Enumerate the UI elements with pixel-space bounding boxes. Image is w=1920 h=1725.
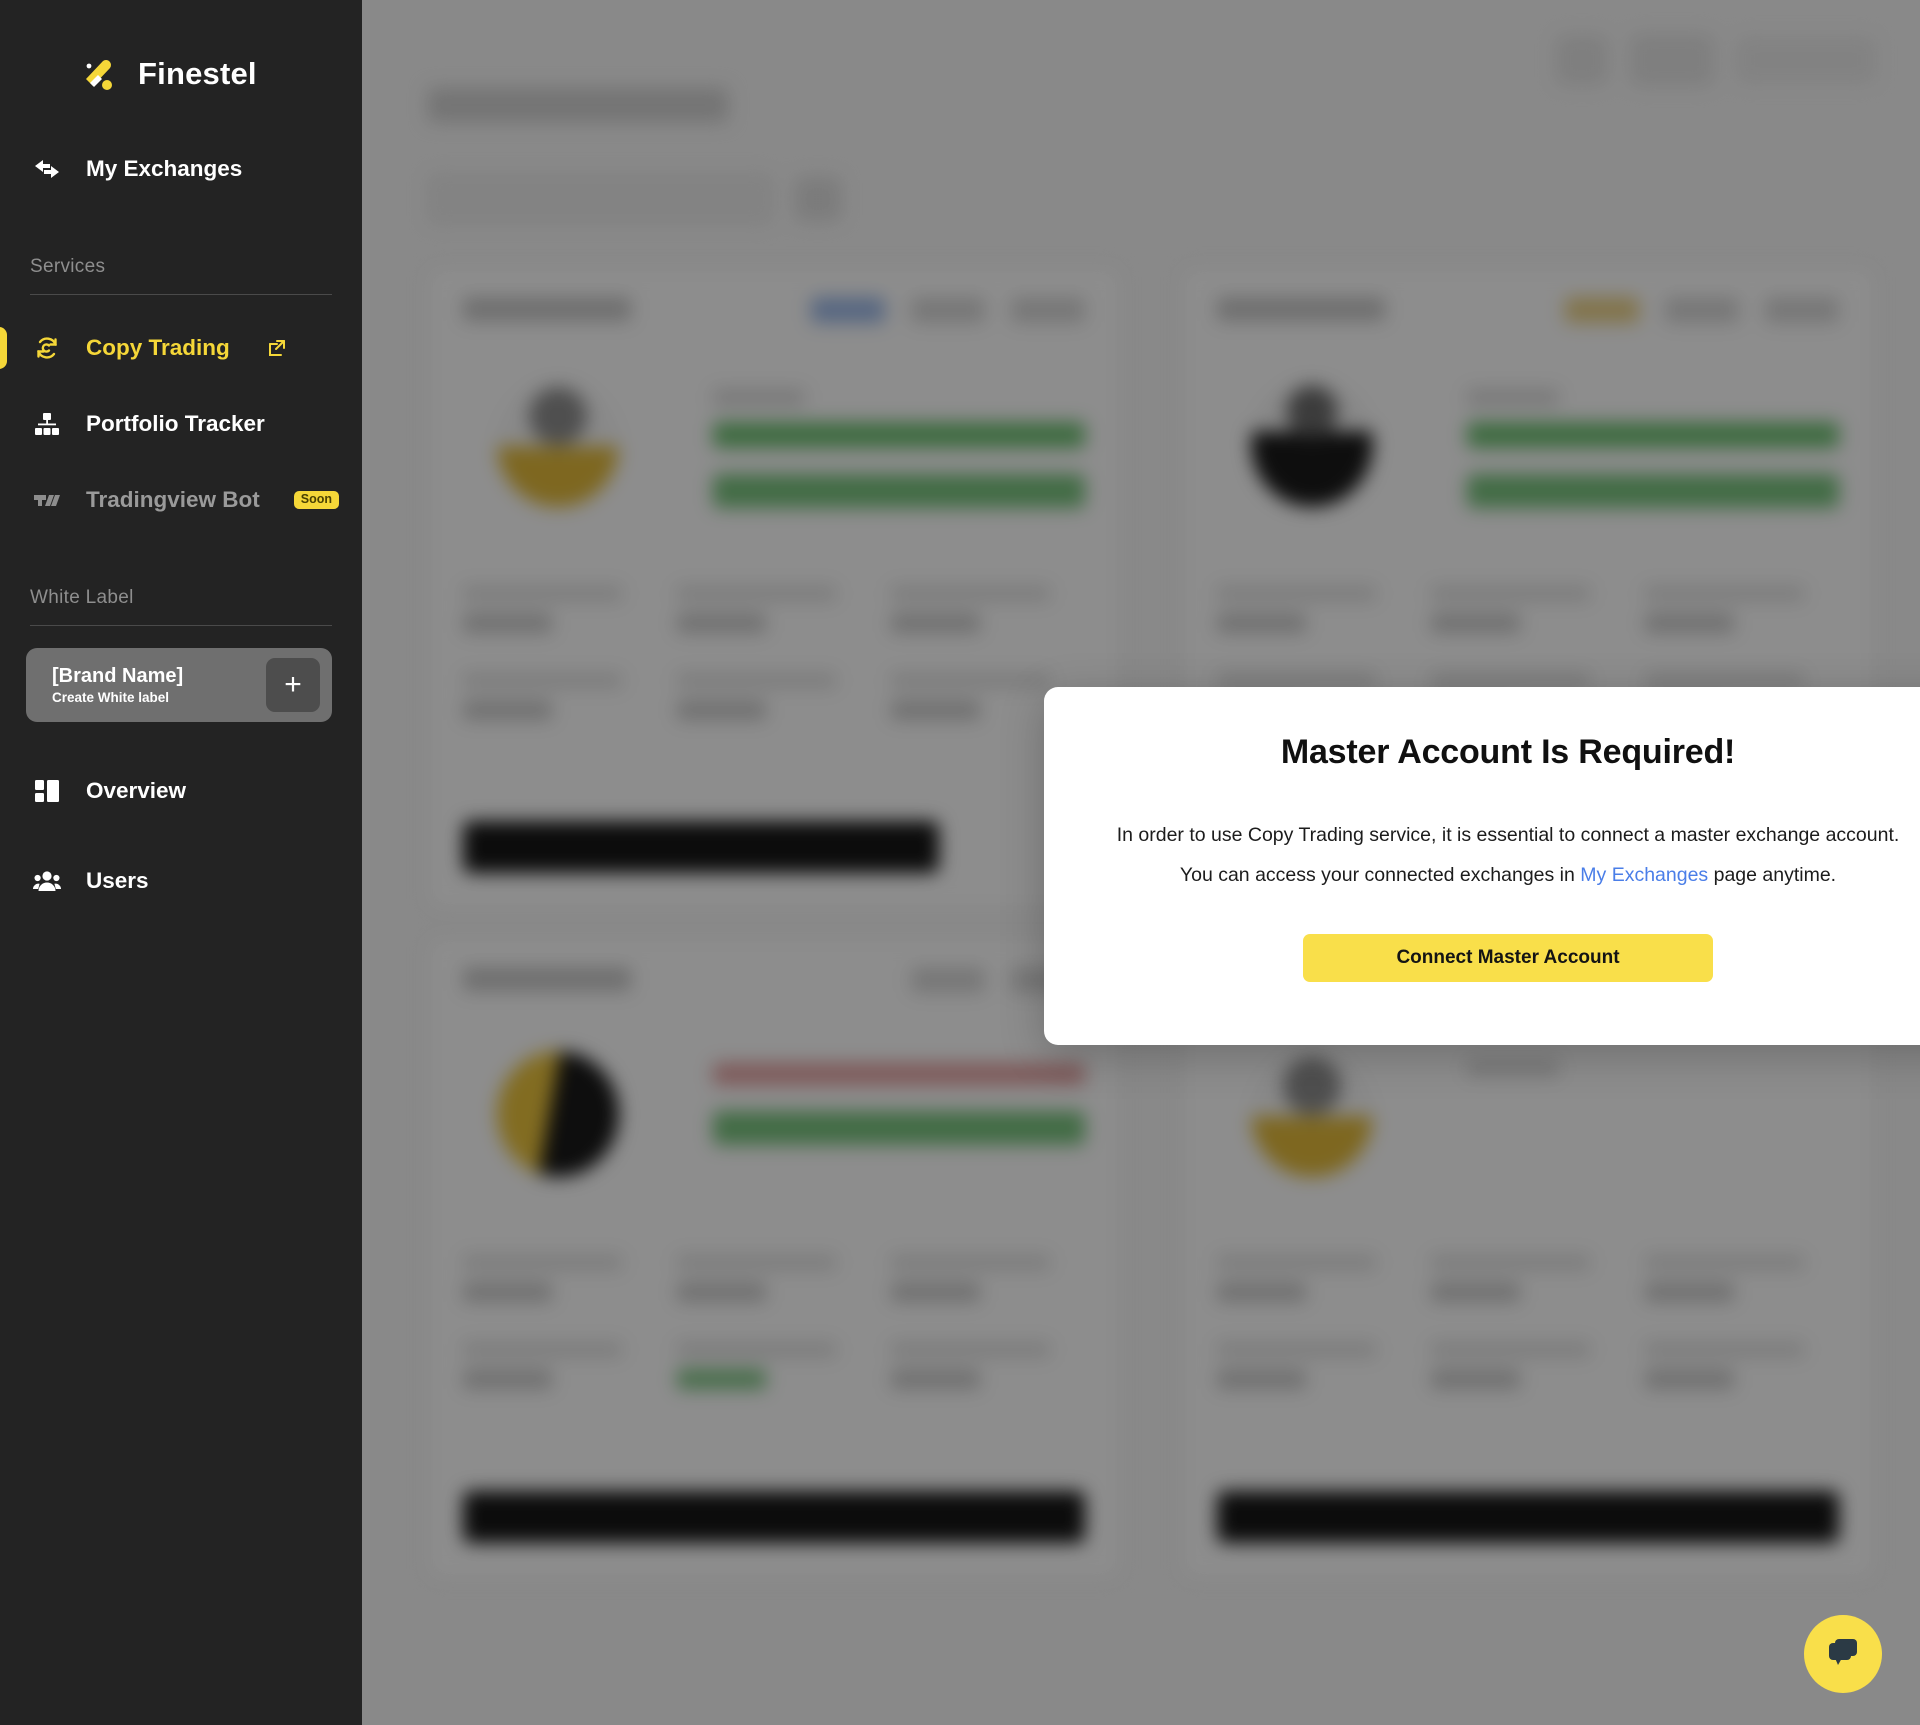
section-title: White Label	[30, 587, 134, 608]
sidebar-item-label: Tradingview Bot	[86, 487, 260, 512]
status-badge-soon: Soon	[293, 491, 340, 509]
section-divider	[30, 625, 332, 626]
sidebar-item-portfolio-tracker[interactable]: Portfolio Tracker	[0, 393, 362, 455]
sidebar-item-overview[interactable]: Overview	[0, 760, 362, 822]
app-root: Finestel My Exchanges Services Copy Trad…	[0, 0, 1920, 1725]
brand-name: Finestel	[138, 56, 257, 91]
master-account-required-dialog: Master Account Is Required! In order to …	[1044, 687, 1920, 1045]
sidebar-item-my-exchanges[interactable]: My Exchanges	[0, 138, 362, 200]
active-indicator	[0, 327, 7, 369]
plus-icon[interactable]: +	[266, 658, 320, 712]
users-group-icon	[30, 864, 64, 898]
section-divider	[30, 294, 332, 295]
sidebar-item-copy-trading[interactable]: Copy Trading	[0, 317, 362, 379]
sidebar-item-tradingview-bot[interactable]: Tradingview Bot Soon	[0, 469, 362, 531]
copy-trading-refresh-icon	[30, 331, 64, 365]
dialog-text-part2: page anytime.	[1708, 863, 1837, 886]
sidebar-item-label: Overview	[86, 778, 187, 803]
section-title: Services	[30, 256, 106, 277]
sidebar-section-white-label: White Label	[0, 587, 362, 626]
chat-bubble-icon	[1823, 1632, 1863, 1677]
white-label-create-card[interactable]: [Brand Name] Create White label +	[26, 648, 332, 722]
portfolio-tree-icon	[30, 407, 64, 441]
main-content: Master Account Is Required! In order to …	[362, 0, 1920, 1725]
sidebar-item-label: My Exchanges	[86, 156, 243, 181]
tradingview-icon	[30, 483, 64, 517]
my-exchanges-link[interactable]: My Exchanges	[1580, 864, 1708, 886]
sidebar-item-label: Portfolio Tracker	[86, 411, 265, 436]
exchange-arrows-icon	[30, 152, 64, 186]
finestel-bolt-logo-icon	[76, 52, 120, 96]
sidebar-item-label: Users	[86, 868, 149, 893]
white-label-subtitle: Create White label	[52, 690, 170, 705]
sidebar: Finestel My Exchanges Services Copy Trad…	[0, 0, 362, 1725]
modal-overlay: Master Account Is Required! In order to …	[362, 0, 1920, 1725]
white-label-texts: [Brand Name] Create White label	[52, 665, 266, 705]
dialog-description: In order to use Copy Trading service, it…	[1108, 816, 1908, 896]
overview-grid-icon	[30, 774, 64, 808]
sidebar-item-users[interactable]: Users	[0, 850, 362, 912]
connect-master-account-button[interactable]: Connect Master Account	[1303, 933, 1713, 982]
brand-header[interactable]: Finestel	[0, 0, 362, 110]
external-link-icon[interactable]	[266, 337, 288, 359]
white-label-brand-name: [Brand Name]	[52, 665, 184, 687]
dialog-title: Master Account Is Required!	[1280, 733, 1736, 771]
chat-widget-button[interactable]	[1804, 1615, 1882, 1693]
sidebar-item-label: Copy Trading	[86, 335, 230, 360]
sidebar-section-services: Services	[0, 256, 362, 295]
